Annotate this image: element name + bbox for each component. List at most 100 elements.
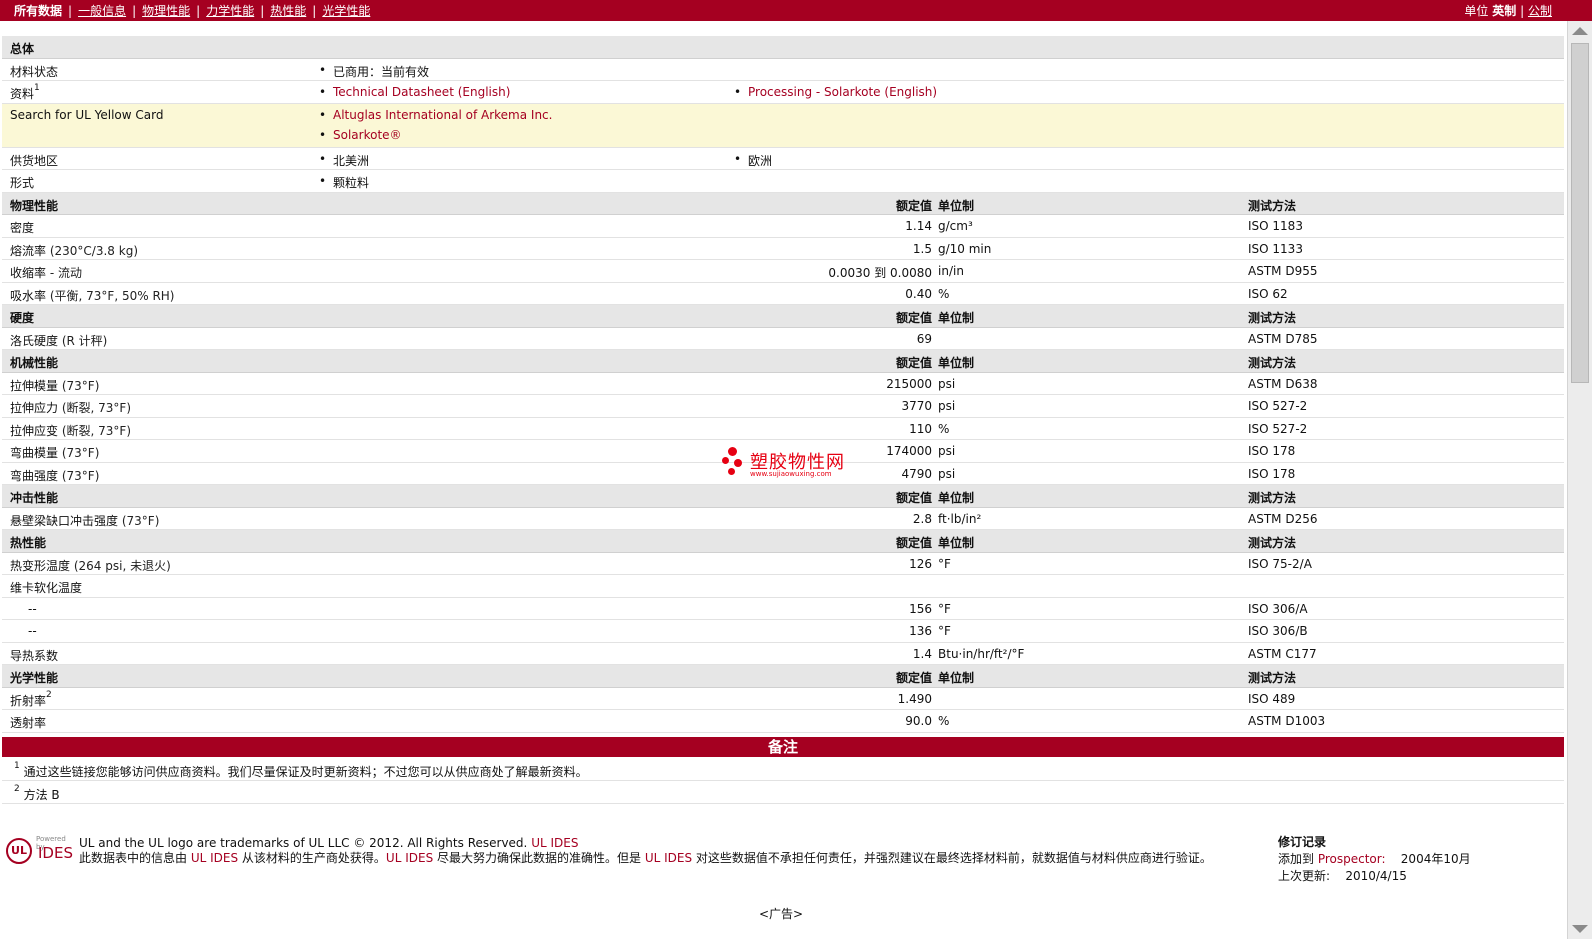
property-unit: Btu·in/hr/ft²/°F bbox=[938, 646, 1025, 661]
property-row: 导热系数 1.4 Btu·in/hr/ft²/°F ASTM C177 bbox=[2, 642, 1564, 665]
property-row: 拉伸应力 (断裂, 73°F) 3770 psi ISO 527-2 bbox=[2, 395, 1564, 418]
notes-header: 备注 bbox=[2, 737, 1564, 757]
units-imperial[interactable]: 英制 bbox=[1492, 4, 1516, 18]
nav-mechanical[interactable]: 力学性能 bbox=[206, 4, 254, 18]
property-label: 拉伸模量 (73°F) bbox=[10, 378, 100, 393]
property-value: 0.0030 到 0.0080 bbox=[828, 266, 932, 280]
ul-ides-link[interactable]: UL IDES bbox=[191, 851, 238, 865]
col-header-unit: 单位制 bbox=[938, 311, 975, 325]
info-label: Search for UL Yellow Card bbox=[10, 107, 164, 122]
col-header-unit: 单位制 bbox=[938, 671, 975, 685]
property-unit: g/10 min bbox=[938, 241, 992, 256]
property-row: 洛氏硬度 (R 计秤) 69 ASTM D785 bbox=[2, 327, 1564, 350]
col-header-unit: 单位制 bbox=[938, 198, 975, 213]
property-value: 136 bbox=[909, 624, 932, 638]
section-header: 机械性能 额定值 单位制 测试方法 bbox=[2, 350, 1564, 373]
footer: UL Powered by IDES UL and the UL logo ar… bbox=[2, 826, 1564, 896]
property-label: -- bbox=[28, 624, 37, 638]
vertical-scrollbar[interactable] bbox=[1567, 21, 1592, 939]
property-label: 洛氏硬度 (R 计秤) bbox=[10, 333, 108, 348]
nav-physical[interactable]: 物理性能 bbox=[142, 4, 190, 18]
property-unit: °F bbox=[938, 556, 951, 571]
property-label: 弯曲强度 (73°F) bbox=[10, 468, 100, 483]
property-unit: % bbox=[938, 286, 950, 301]
prospector-link[interactable]: Prospector: bbox=[1318, 852, 1386, 866]
note-text: 1 通过这些链接您能够访问供应商资料。我们尽量保证及时更新资料；不过您可以从供应… bbox=[14, 761, 588, 779]
ul-logo-icon: UL bbox=[6, 838, 32, 864]
property-unit: g/cm³ bbox=[938, 219, 973, 233]
property-value: 1.14 bbox=[905, 219, 932, 233]
property-unit: psi bbox=[938, 444, 956, 458]
scroll-down-icon[interactable] bbox=[1572, 925, 1588, 933]
nav-separator: | bbox=[1520, 4, 1525, 18]
property-test-method: ASTM D955 bbox=[1248, 264, 1318, 278]
disclaimer-text: 此数据表中的信息由 UL IDES 从该材料的生产商处获得。UL IDES 尽最… bbox=[79, 851, 1212, 865]
property-test-method: ISO 1183 bbox=[1248, 219, 1303, 233]
ul-ides-link[interactable]: UL IDES bbox=[531, 836, 578, 850]
property-value: 4790 bbox=[901, 466, 932, 481]
col-header-test: 测试方法 bbox=[1248, 198, 1297, 213]
info-value[interactable]: Solarkote® bbox=[319, 128, 401, 142]
scroll-up-icon[interactable] bbox=[1572, 27, 1588, 35]
nav-separator: | bbox=[132, 4, 137, 18]
property-unit: psi bbox=[938, 376, 956, 391]
property-test-method: ISO 75-2/A bbox=[1248, 556, 1312, 571]
col-header-unit: 单位制 bbox=[938, 356, 975, 370]
property-test-method: ISO 489 bbox=[1248, 691, 1296, 706]
nav-thermal[interactable]: 热性能 bbox=[270, 4, 306, 18]
info-value[interactable]: Processing - Solarkote (English) bbox=[734, 85, 937, 99]
info-value[interactable]: Altuglas International of Arkema Inc. bbox=[319, 108, 552, 122]
section-title: 光学性能 bbox=[10, 671, 59, 685]
section-title: 硬度 bbox=[10, 311, 35, 325]
section-title: 物理性能 bbox=[10, 198, 59, 213]
property-label: 导热系数 bbox=[10, 648, 59, 663]
property-label: 拉伸应力 (断裂, 73°F) bbox=[10, 401, 132, 415]
info-value: 颗粒料 bbox=[319, 174, 369, 191]
ul-ides-link[interactable]: UL IDES bbox=[386, 851, 433, 865]
property-value: 69 bbox=[916, 331, 932, 346]
property-test-method: ISO 178 bbox=[1248, 466, 1296, 481]
property-value: 1.5 bbox=[912, 241, 932, 256]
info-value: 欧洲 bbox=[734, 152, 772, 169]
section-header: 光学性能 额定值 单位制 测试方法 bbox=[2, 665, 1564, 688]
property-test-method: ASTM D638 bbox=[1248, 376, 1318, 391]
info-label: 资料1 bbox=[10, 83, 40, 101]
note-row: 1 通过这些链接您能够访问供应商资料。我们尽量保证及时更新资料；不过您可以从供应… bbox=[2, 759, 1564, 781]
ides-wordmark: IDES bbox=[38, 844, 73, 862]
property-unit: psi bbox=[938, 399, 956, 413]
property-value: 2.8 bbox=[912, 511, 932, 526]
col-header-value: 额定值 bbox=[895, 671, 932, 685]
info-row: 供货地区 北美洲 欧洲 bbox=[2, 147, 1564, 170]
property-value: 1.490 bbox=[897, 691, 932, 706]
nav-general-info[interactable]: 一般信息 bbox=[78, 4, 126, 18]
property-test-method: ASTM D1003 bbox=[1248, 714, 1326, 728]
info-row: 材料状态 已商用：当前有效 bbox=[2, 58, 1564, 81]
col-header-test: 测试方法 bbox=[1248, 491, 1297, 505]
scroll-thumb[interactable] bbox=[1571, 43, 1589, 383]
property-value: 110 bbox=[909, 421, 932, 436]
ad-placeholder[interactable]: <广告> bbox=[0, 905, 1562, 922]
nav-all-data[interactable]: 所有数据 bbox=[14, 4, 62, 18]
property-label: -- bbox=[28, 601, 37, 616]
property-label: 弯曲模量 (73°F) bbox=[10, 446, 100, 460]
ul-ides-logo[interactable]: UL Powered by IDES bbox=[6, 832, 76, 868]
property-value: 90.0 bbox=[905, 714, 932, 728]
info-row: Search for UL Yellow Card Altuglas Intern… bbox=[2, 103, 1564, 148]
property-test-method: ISO 306/B bbox=[1248, 624, 1308, 638]
units-label: 单位 bbox=[1464, 4, 1489, 18]
property-row: 熔流率 (230°C/3.8 kg) 1.5 g/10 min ISO 1133 bbox=[2, 237, 1564, 260]
section-header: 物理性能 额定值 单位制 测试方法 bbox=[2, 192, 1564, 215]
property-row: 折射率2 1.490 ISO 489 bbox=[2, 687, 1564, 710]
ul-ides-link[interactable]: UL IDES bbox=[645, 851, 692, 865]
nav-separator: | bbox=[260, 4, 265, 18]
nav-optical[interactable]: 光学性能 bbox=[322, 4, 370, 18]
info-label: 供货地区 bbox=[10, 153, 59, 168]
property-test-method: ISO 62 bbox=[1248, 286, 1288, 301]
info-value[interactable]: Technical Datasheet (English) bbox=[319, 85, 510, 99]
info-row: 形式 颗粒料 bbox=[2, 170, 1564, 193]
revision-added: 添加到 Prospector: 2004年10月 bbox=[1278, 852, 1471, 866]
units-metric[interactable]: 公制 bbox=[1528, 4, 1552, 18]
property-label: 悬壁梁缺口冲击强度 (73°F) bbox=[10, 513, 160, 528]
section-title: 总体 bbox=[10, 42, 35, 56]
col-header-test: 测试方法 bbox=[1248, 536, 1297, 550]
